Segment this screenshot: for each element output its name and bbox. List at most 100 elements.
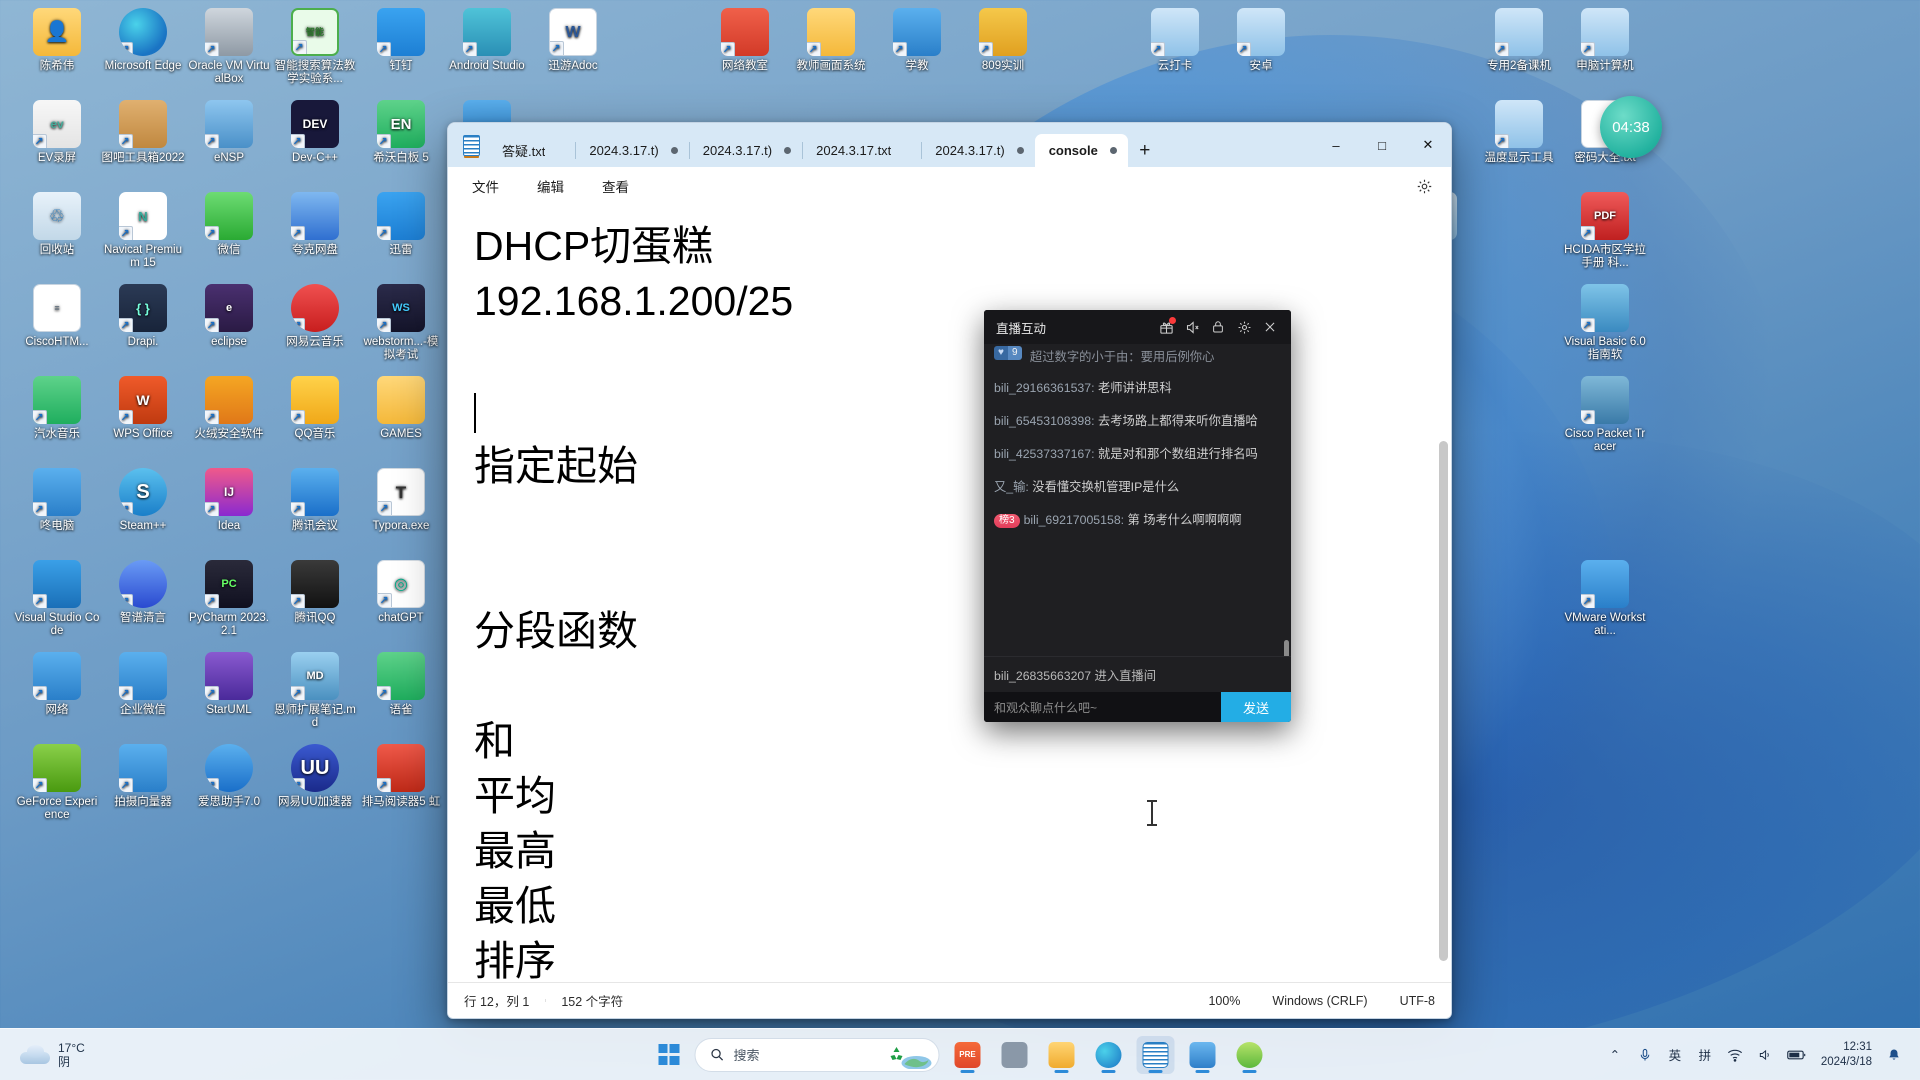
chat-scrollbar[interactable] [1284,350,1289,656]
desktop-icon[interactable]: W ↗ WPS Office [100,376,186,441]
taskbar-app-screen-share[interactable] [1184,1036,1222,1074]
taskbar-app-file-explorer[interactable] [1043,1036,1081,1074]
notepad-tab[interactable]: 2024.3.17.t) [921,134,1034,167]
search-box[interactable]: 搜索 [694,1037,940,1072]
desktop-icon[interactable]: ↗ 拍摄向量器 [100,744,186,809]
lock-icon[interactable] [1205,314,1231,340]
mute-icon[interactable] [1179,314,1205,340]
notepad-editor-area[interactable]: DHCP切蛋糕 192.168.1.200/25 指定起始 分段函数和平均 最高 最低 排序 [448,205,1451,982]
status-line-ending[interactable]: Windows (CRLF) [1256,994,1383,1008]
send-button[interactable]: 发送 [1221,692,1291,722]
desktop-icon[interactable]: ↗ 申脑计算机 [1562,8,1648,73]
desktop-icon[interactable]: MD ↗ 恩师扩展笔记.md [272,652,358,730]
desktop-icon[interactable]: ↗ Cisco Packet Tracer [1562,376,1648,454]
desktop-icon[interactable]: ↗ StarUML [186,652,272,717]
desktop-icon[interactable]: 👤 陈希伟 [14,8,100,73]
notepad-window[interactable]: 答疑.txt 2024.3.17.t) 2024.3.17.t) 2024.3.17.… [447,122,1452,1019]
scrollbar-thumb[interactable] [1439,441,1448,961]
chat-username[interactable]: bili_65453108398: [994,414,1098,428]
chat-username[interactable]: bili_29166361537: [994,381,1098,395]
volume-icon[interactable] [1757,1048,1773,1062]
notepad-tab[interactable]: 2024.3.17.txt [802,134,921,167]
notepad-tab[interactable]: 2024.3.17.t) [688,134,802,167]
desktop-icon[interactable]: ↗ 图吧工具箱2022 [100,100,186,165]
editor-scrollbar[interactable] [1439,211,1448,976]
maximize-button[interactable]: □ [1359,123,1405,167]
desktop-icon[interactable]: ↗ 809实训 [960,8,1046,73]
desktop-icon[interactable]: ↗ 专用2备课机 [1476,8,1562,73]
notepad-tab[interactable]: console [1034,134,1128,167]
desktop-icon[interactable]: ↗ 企业微信 [100,652,186,717]
desktop-icon[interactable]: ↗ eNSP [186,100,272,165]
desktop-icon[interactable]: ↗ 网络教室 [702,8,788,73]
menu-file[interactable]: 文件 [466,172,505,200]
desktop-icon[interactable]: ↗ GeForce Experience [14,744,100,822]
desktop-icon[interactable]: DEV ↗ Dev-C++ [272,100,358,165]
chat-scrollbar-thumb[interactable] [1284,640,1289,656]
desktop-icon[interactable]: EN ↗ 希沃白板 5 [358,100,444,165]
chat-username[interactable]: bili_69217005158: [1024,513,1128,527]
notepad-tab[interactable]: 答疑.txt [488,134,575,167]
desktop-icon[interactable]: ≡ CiscoHTM... [14,284,100,349]
taskbar-app-edge[interactable] [1090,1036,1128,1074]
new-tab-button[interactable]: + [1128,134,1162,167]
desktop-icon[interactable]: ↗ 网易云音乐 [272,284,358,349]
desktop-icon[interactable]: ◎ ↗ chatGPT [358,560,444,625]
chat-username[interactable]: 又_输: [994,480,1032,494]
menu-edit[interactable]: 编辑 [531,172,570,200]
desktop-icon[interactable]: T ↗ Typora.exe [358,468,444,533]
close-icon[interactable] [1257,314,1283,340]
tab-modified-dot[interactable] [670,147,678,154]
desktop-icon[interactable]: PC ↗ PyCharm 2023.2.1 [186,560,272,638]
tab-modified-dot[interactable] [1109,147,1117,154]
tab-modified-dot[interactable] [784,147,792,154]
taskbar-app-live-studio[interactable] [1231,1036,1269,1074]
desktop-icon[interactable]: ↗ 腾讯会议 [272,468,358,533]
desktop-icon[interactable]: ♲ 回收站 [14,192,100,257]
desktop-icon[interactable]: ↗ 腾讯QQ [272,560,358,625]
desktop-icon[interactable]: ↗ 排马阅读器5 虹 [358,744,444,809]
battery-icon[interactable] [1787,1049,1807,1061]
desktop-icon[interactable]: ↗ 咚电脑 [14,468,100,533]
ime-language-indicator[interactable]: 英 [1667,1045,1683,1064]
ime-mode-indicator[interactable]: 拼 [1697,1045,1713,1064]
desktop-icon[interactable]: ↗ 爱思助手7.0 [186,744,272,809]
mic-icon[interactable] [1637,1047,1653,1063]
desktop-icon[interactable]: GAMES [358,376,444,441]
desktop-icon[interactable]: ↗ 迅雷 [358,192,444,257]
desktop-icon[interactable]: IJ ↗ Idea [186,468,272,533]
desktop-icon[interactable]: ↗ 夸克网盘 [272,192,358,257]
desktop-icon[interactable]: ↗ QQ音乐 [272,376,358,441]
weather-widget[interactable]: 17°C 阴 [0,1041,190,1069]
floating-clock-widget[interactable]: 04:38 [1600,96,1662,158]
desktop-icon[interactable]: ↗ Visual Studio Code [14,560,100,638]
start-button[interactable] [652,1038,686,1072]
taskbar-app-task-view[interactable] [996,1036,1034,1074]
desktop-icon[interactable]: ↗ Microsoft Edge [100,8,186,73]
desktop-icon[interactable]: PDF ↗ HCIDA市区学拉手册 科... [1562,192,1648,270]
desktop-icon[interactable]: ↗ 网络 [14,652,100,717]
close-button[interactable]: ✕ [1405,123,1451,167]
chat-message-list[interactable]: ♥ 9 超过数字的小于由：要用后例你心 bili_29166361537: 老师讲… [984,344,1291,656]
desktop-icon[interactable]: ↗ Android Studio [444,8,530,73]
taskbar-app-pre[interactable]: PRE [949,1036,987,1074]
taskbar-app-notepad[interactable] [1136,1035,1175,1074]
minimize-button[interactable]: ‒ [1313,123,1359,167]
desktop-icon[interactable]: UU ↗ 网易UU加速器 [272,744,358,809]
live-interaction-panel[interactable]: 直播互动 ♥ 9 超过数字的小于由：要用后例你心 bili_2916636153… [984,310,1291,722]
desktop-icon[interactable]: ↗ 智谱清言 [100,560,186,625]
desktop-icon[interactable]: ev ↗ EV录屏 [14,100,100,165]
wifi-icon[interactable] [1727,1048,1743,1062]
desktop-icon[interactable]: ↗ 学教 [874,8,960,73]
desktop-icon[interactable]: ↗ 钉钉 [358,8,444,73]
chevron-up-icon[interactable]: ⌃ [1607,1047,1623,1062]
desktop-icon[interactable]: { } ↗ Drapi. [100,284,186,349]
desktop-icon[interactable]: ↗ 汽水音乐 [14,376,100,441]
status-zoom-level[interactable]: 100% [1192,994,1256,1008]
desktop-icon[interactable]: ↗ 云打卡 [1132,8,1218,73]
tab-modified-dot[interactable] [1016,147,1024,154]
menu-view[interactable]: 查看 [596,172,635,200]
taskbar-clock[interactable]: 12:31 2024/3/18 [1821,1040,1872,1070]
status-encoding[interactable]: UTF-8 [1384,994,1451,1008]
desktop-icon[interactable]: W ↗ 迅游Adoc [530,8,616,73]
